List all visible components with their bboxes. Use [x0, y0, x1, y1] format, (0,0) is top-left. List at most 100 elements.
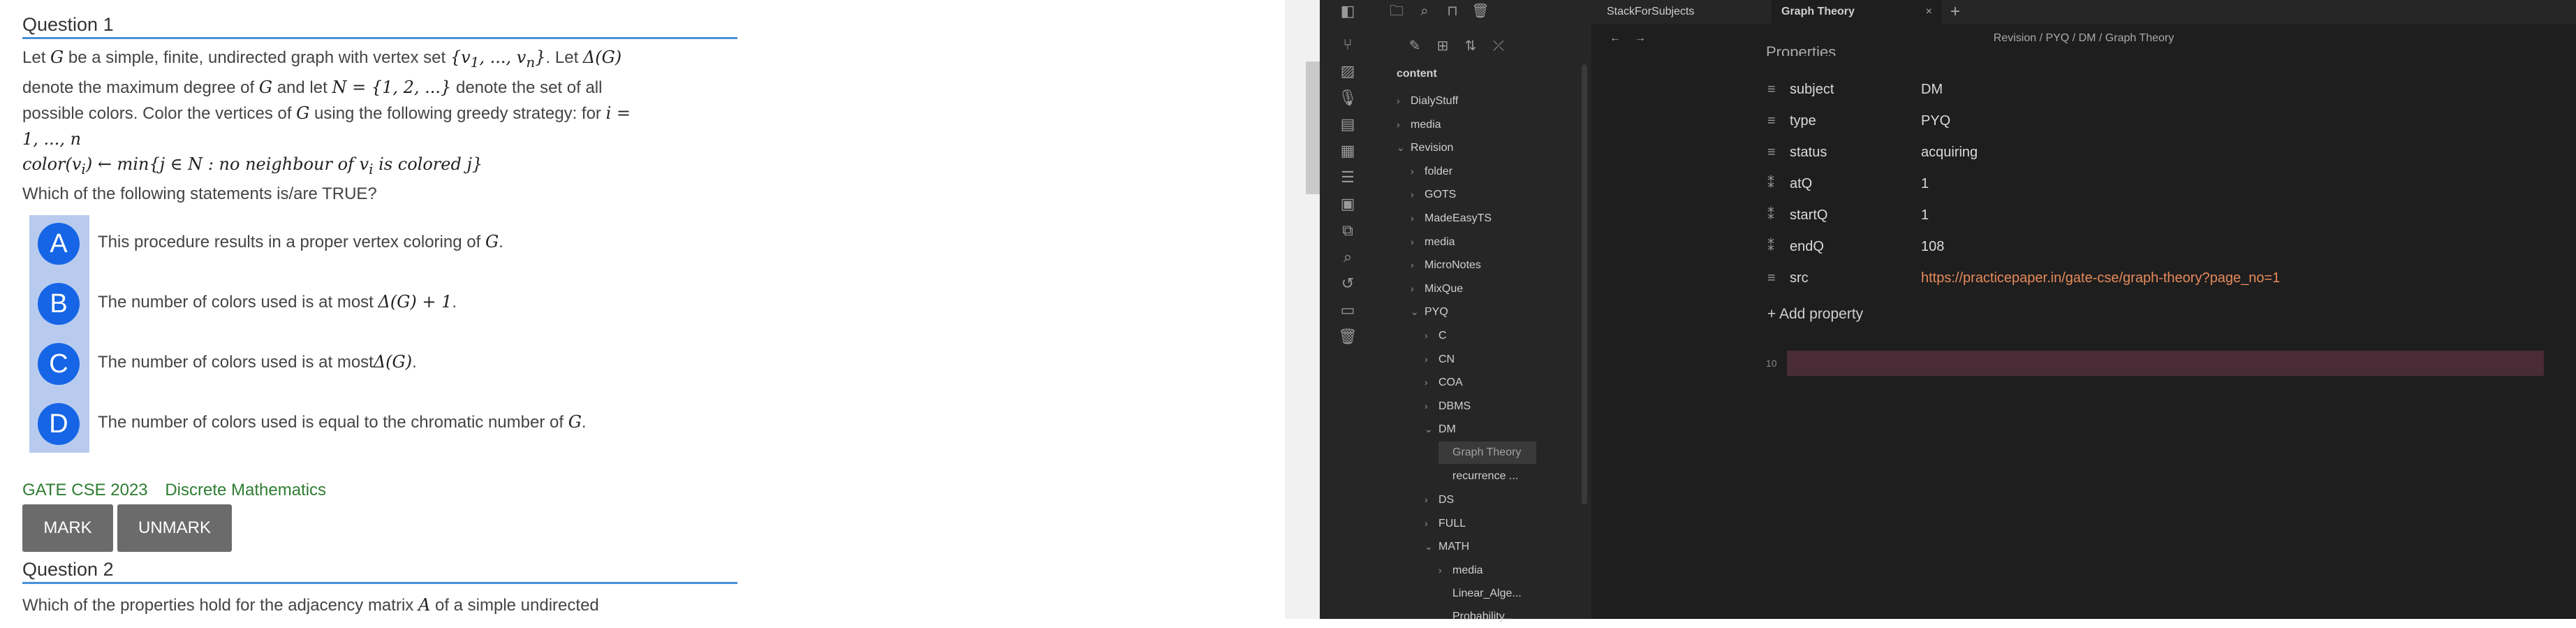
property-row[interactable]: ⁑ endQ 108: [1767, 231, 2535, 262]
tree-item[interactable]: Linear_Alge...: [1438, 583, 1522, 605]
exam-tag[interactable]: GATE CSE 2023: [22, 481, 148, 499]
chevron-right-icon[interactable]: ›: [1411, 160, 1425, 182]
property-row[interactable]: ≡ subject DM: [1767, 74, 2535, 105]
tree-item[interactable]: ⌄ PYQ: [1411, 300, 1448, 323]
property-row[interactable]: ≡ status acquiring: [1767, 137, 2535, 168]
layout-icon[interactable]: ▭: [1332, 299, 1363, 321]
tree-item[interactable]: › GOTS: [1411, 183, 1456, 205]
option-b-badge[interactable]: B: [38, 283, 80, 325]
property-row[interactable]: ≡ src https://practicepaper.in/gate-cse/gr…: [1767, 263, 2535, 293]
canvas-icon[interactable]: ▨: [1332, 60, 1363, 82]
property-value[interactable]: 108: [1921, 231, 1944, 262]
option-c[interactable]: C: [38, 342, 80, 386]
chevron-right-icon[interactable]: ›: [1425, 371, 1438, 393]
chevron-down-icon[interactable]: ⌄: [1425, 535, 1438, 557]
command-palette-icon[interactable]: ▤: [1332, 113, 1363, 136]
property-name[interactable]: atQ: [1790, 168, 1812, 199]
chevron-right-icon[interactable]: ›: [1411, 254, 1425, 276]
option-a[interactable]: A: [38, 222, 80, 265]
chevron-right-icon[interactable]: ›: [1425, 348, 1438, 370]
tree-item[interactable]: › media: [1438, 559, 1483, 581]
list-icon[interactable]: ☰: [1332, 166, 1363, 189]
search-icon[interactable]: ⌕: [1332, 246, 1363, 268]
tree-item[interactable]: › DBMS: [1425, 395, 1471, 417]
chevron-right-icon[interactable]: ›: [1411, 231, 1425, 253]
tree-item[interactable]: › media: [1397, 113, 1441, 136]
chevron-right-icon[interactable]: ›: [1397, 113, 1411, 136]
chevron-right-icon[interactable]: ›: [1425, 324, 1438, 346]
chevron-right-icon[interactable]: ›: [1411, 207, 1425, 229]
chevron-right-icon[interactable]: ›: [1397, 89, 1411, 112]
tree-item[interactable]: › folder: [1411, 160, 1452, 182]
option-c-badge[interactable]: C: [38, 343, 80, 385]
trash-icon[interactable]: 🗑: [1332, 326, 1363, 348]
tab-graph-theory[interactable]: Graph Theory ×: [1772, 0, 1942, 24]
unmark-button[interactable]: UNMARK: [117, 504, 232, 552]
property-name[interactable]: endQ: [1790, 231, 1824, 262]
tree-item[interactable]: › MixQue: [1411, 277, 1463, 300]
mark-button[interactable]: MARK: [22, 504, 113, 552]
table-icon[interactable]: ▦: [1332, 140, 1363, 162]
tree-item[interactable]: › MicroNotes: [1411, 254, 1481, 276]
tree-item[interactable]: ⌄ DM: [1425, 418, 1456, 440]
page-scrollbar-thumb[interactable]: [1306, 61, 1320, 194]
property-value[interactable]: DM: [1921, 74, 1943, 105]
chevron-right-icon[interactable]: ›: [1425, 512, 1438, 534]
code-block[interactable]: [1787, 351, 2544, 376]
new-tab-icon[interactable]: +: [1941, 0, 1971, 24]
add-property-button[interactable]: + Add property: [1767, 306, 1863, 323]
chevron-right-icon[interactable]: ›: [1411, 277, 1425, 300]
tree-item[interactable]: ⌄ MATH: [1425, 535, 1469, 557]
subject-tag[interactable]: Discrete Mathematics: [165, 481, 326, 499]
property-name[interactable]: startQ: [1790, 200, 1827, 231]
option-d-badge[interactable]: D: [38, 403, 80, 445]
collapse-all-icon[interactable]: ⤫: [1485, 35, 1513, 57]
microphone-icon[interactable]: 🎙: [1332, 87, 1363, 109]
property-name[interactable]: src: [1790, 263, 1809, 293]
property-name[interactable]: status: [1790, 137, 1827, 168]
tree-item[interactable]: › media: [1411, 231, 1455, 253]
trash-icon[interactable]: 🗑: [1466, 0, 1494, 22]
folder-icon[interactable]: 🗀: [1383, 0, 1411, 22]
vault-root[interactable]: content: [1397, 63, 1437, 85]
property-value[interactable]: 1: [1921, 168, 1929, 199]
chevron-right-icon[interactable]: ›: [1425, 488, 1438, 511]
bookmark-icon[interactable]: ⊓: [1438, 0, 1466, 22]
tree-item[interactable]: › CN: [1425, 348, 1455, 370]
chevron-right-icon[interactable]: ›: [1438, 559, 1452, 581]
property-value[interactable]: 1: [1921, 200, 1929, 231]
chevron-right-icon[interactable]: ›: [1425, 395, 1438, 417]
graph-view-icon[interactable]: ⑂: [1332, 34, 1363, 56]
tree-item[interactable]: › FULL: [1425, 512, 1466, 534]
option-a-badge[interactable]: A: [38, 223, 80, 265]
property-name[interactable]: subject: [1790, 74, 1834, 105]
property-link[interactable]: https://practicepaper.in/gate-cse/graph-…: [1921, 263, 2280, 293]
tree-item[interactable]: › DialyStuff: [1397, 89, 1458, 112]
property-value[interactable]: PYQ: [1921, 105, 1950, 136]
chevron-down-icon[interactable]: ⌄: [1425, 418, 1438, 440]
tree-item[interactable]: Graph Theory: [1438, 441, 1536, 464]
close-icon[interactable]: ×: [1926, 0, 1932, 24]
tree-item[interactable]: Probability...: [1438, 606, 1513, 628]
tree-item[interactable]: › DS: [1425, 488, 1454, 511]
templates-icon[interactable]: ⧉: [1332, 219, 1363, 242]
tree-scrollbar[interactable]: [1582, 64, 1587, 504]
property-row[interactable]: ⁑ atQ 1: [1767, 168, 2535, 199]
chevron-down-icon[interactable]: ⌄: [1397, 136, 1411, 159]
new-note-icon[interactable]: ✎: [1401, 35, 1429, 57]
property-name[interactable]: type: [1790, 105, 1816, 136]
property-row[interactable]: ⁑ startQ 1: [1767, 200, 2535, 231]
tree-item[interactable]: ⌄ Revision: [1397, 136, 1453, 159]
search-icon[interactable]: ⌕: [1411, 0, 1438, 22]
new-folder-icon[interactable]: ⊞: [1429, 35, 1457, 57]
history-icon[interactable]: ↺: [1332, 272, 1363, 295]
tree-item[interactable]: › MadeEasyTS: [1411, 207, 1492, 229]
tree-item[interactable]: › COA: [1425, 371, 1463, 393]
calendar-icon[interactable]: ▣: [1332, 193, 1363, 215]
property-row[interactable]: ≡ type PYQ: [1767, 105, 2535, 136]
chevron-right-icon[interactable]: ›: [1411, 183, 1425, 205]
sidebar-toggle-icon[interactable]: ◧: [1332, 0, 1363, 22]
sort-icon[interactable]: ⇅: [1457, 35, 1485, 57]
tree-item[interactable]: recurrence ...: [1438, 465, 1518, 488]
tree-item[interactable]: › C: [1425, 324, 1447, 346]
